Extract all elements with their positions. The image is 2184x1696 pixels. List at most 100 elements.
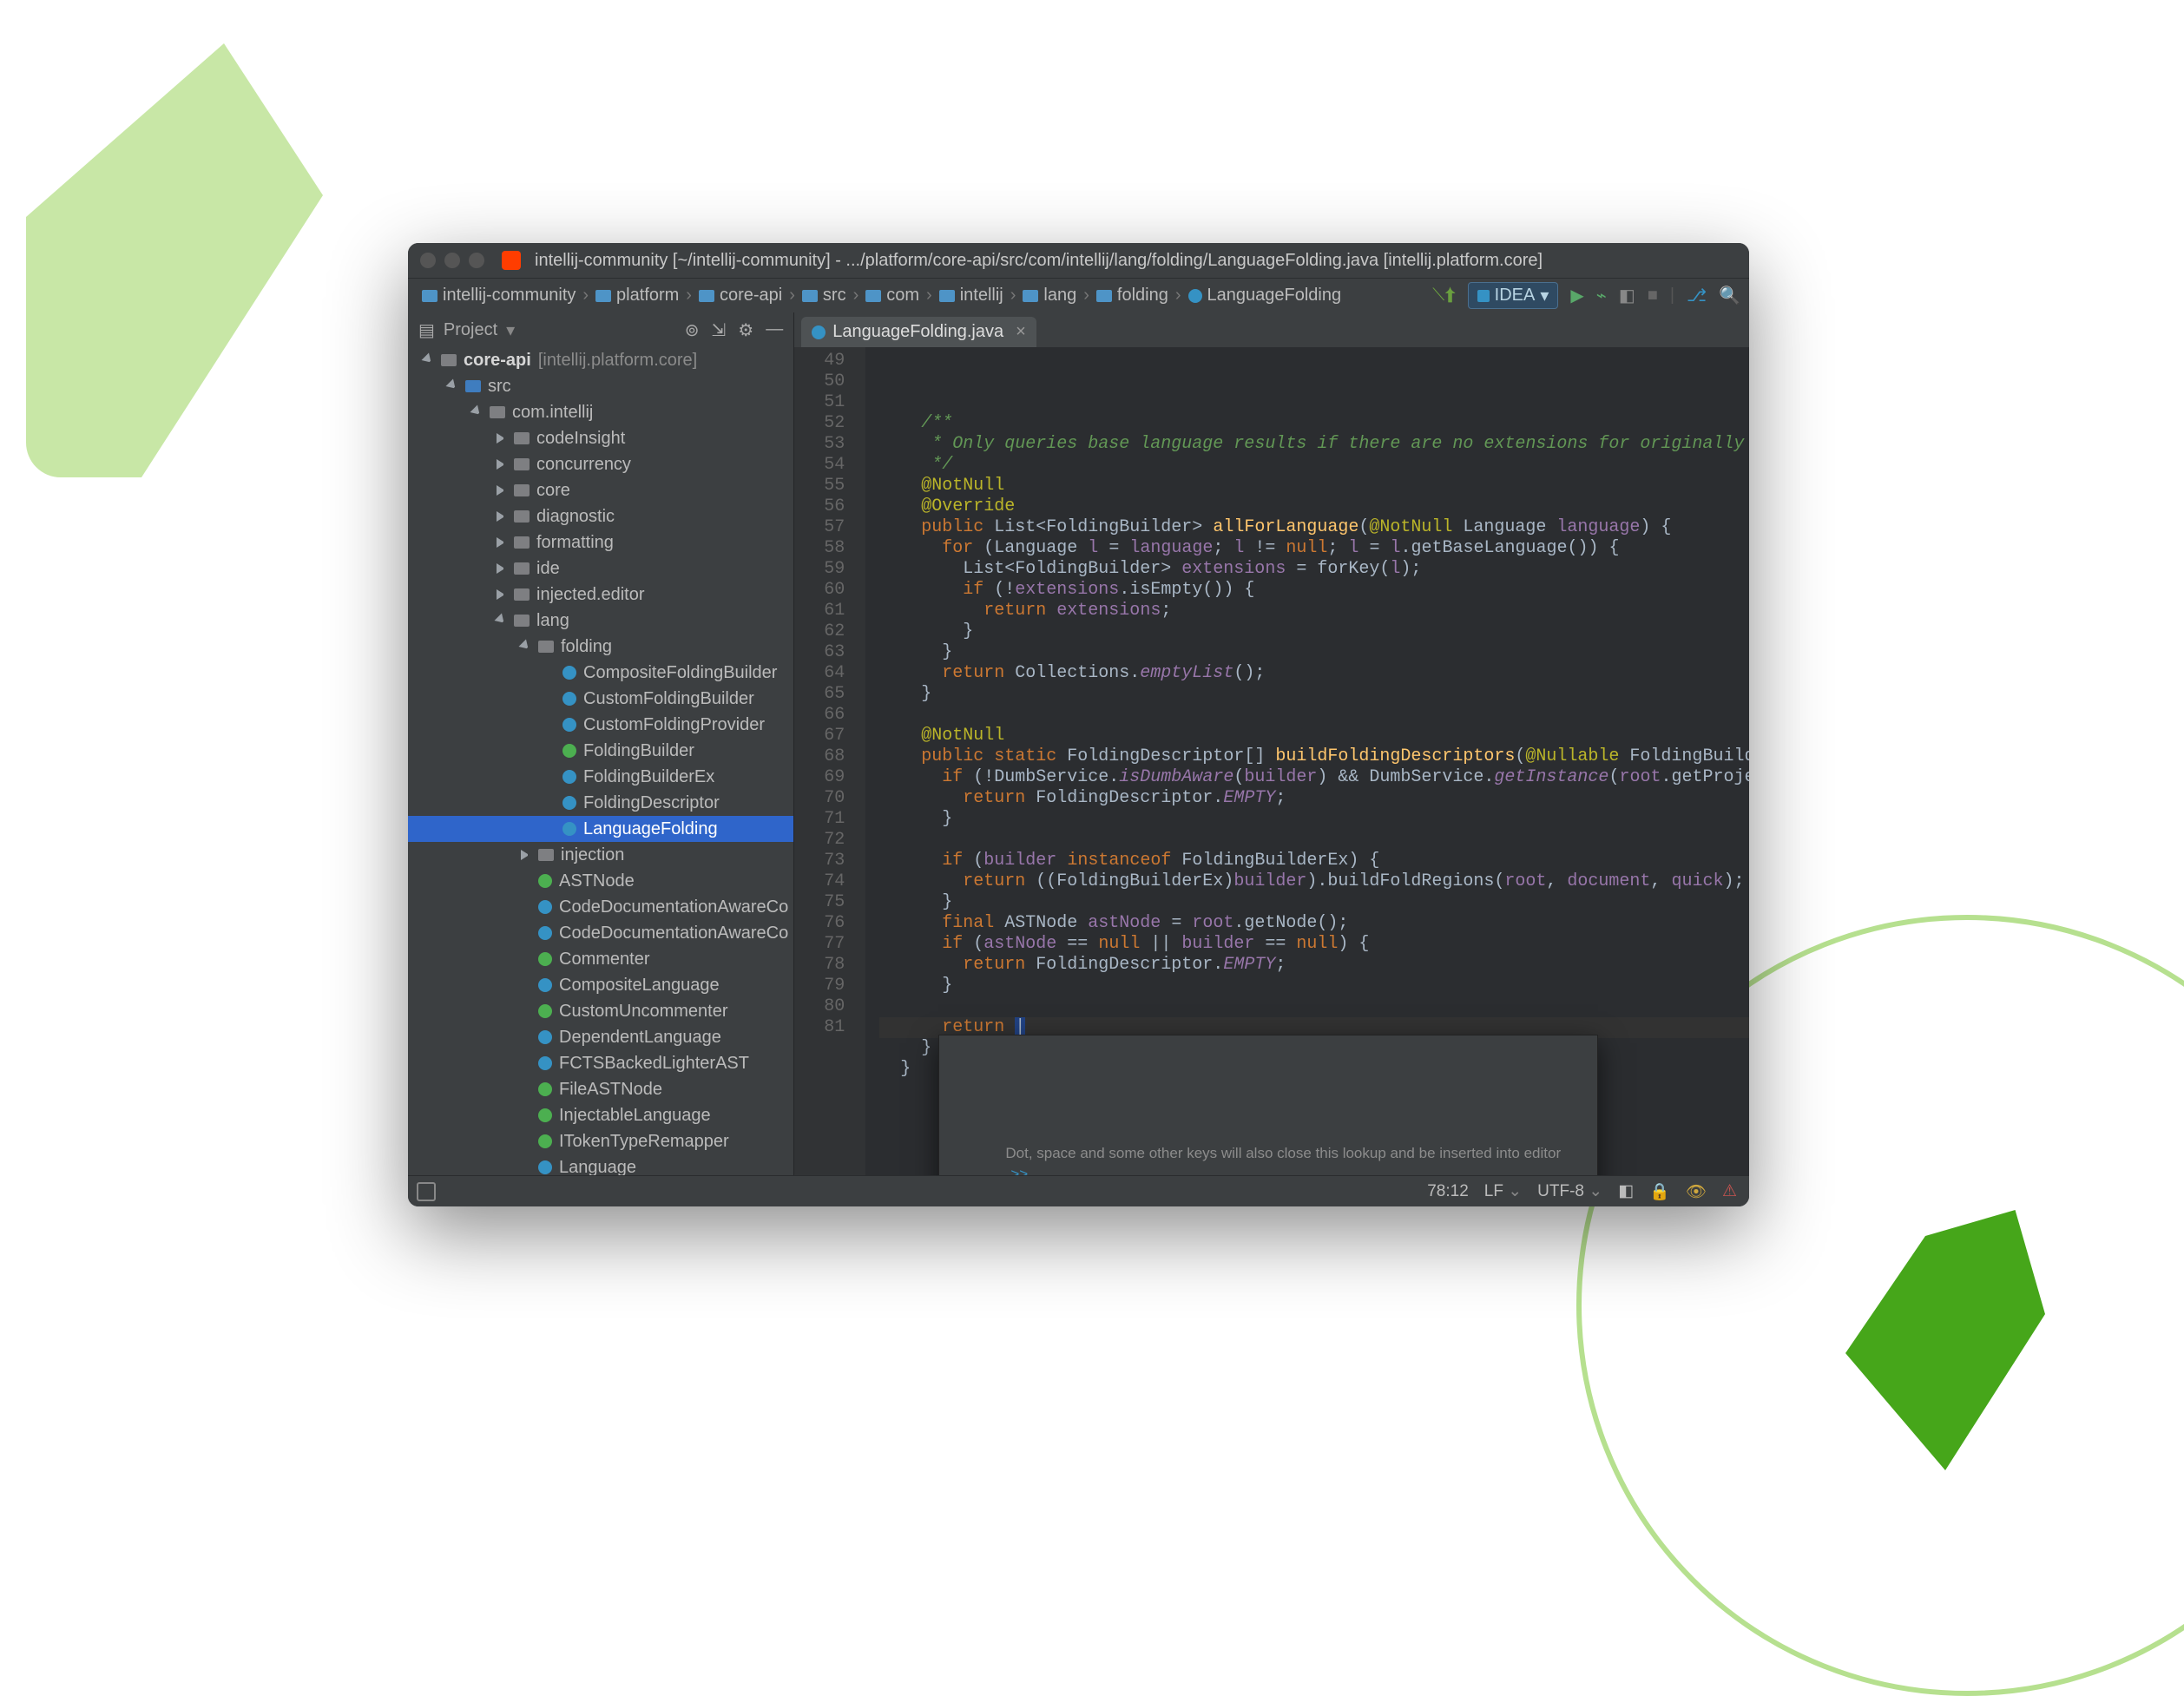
- line-number[interactable]: 77: [794, 934, 845, 955]
- inspect-icon[interactable]: 👁: [1686, 1181, 1707, 1202]
- breadcrumb-src[interactable]: src: [797, 284, 852, 307]
- tree-node-foldingbuilder[interactable]: FoldingBuilder: [408, 738, 793, 764]
- tree-node-language[interactable]: Language: [408, 1154, 793, 1175]
- tree-node-compositefoldingbuilder[interactable]: CompositeFoldingBuilder: [408, 660, 793, 686]
- tree-node-core[interactable]: core: [408, 477, 793, 503]
- line-number[interactable]: 70: [794, 788, 845, 809]
- expand-open-icon[interactable]: [519, 640, 534, 654]
- line-number[interactable]: 55: [794, 476, 845, 496]
- tree-node-codedocumentationawareco[interactable]: CodeDocumentationAwareCo: [408, 894, 793, 920]
- tree-node-foldingbuilderex[interactable]: FoldingBuilderEx: [408, 764, 793, 790]
- project-view-dropdown-icon[interactable]: ▾: [506, 319, 515, 341]
- line-separator[interactable]: LF ⌄: [1484, 1181, 1522, 1201]
- tree-node-foldingdescriptor[interactable]: FoldingDescriptor: [408, 790, 793, 816]
- code-line[interactable]: }: [879, 642, 1749, 663]
- line-number[interactable]: 75: [794, 892, 845, 913]
- line-number[interactable]: 72: [794, 830, 845, 851]
- project-view-icon[interactable]: ▤: [418, 319, 435, 341]
- expand-open-icon[interactable]: [422, 353, 437, 368]
- code-line[interactable]: List<FoldingBuilder> extensions = forKey…: [879, 559, 1749, 580]
- hide-icon[interactable]: —: [766, 319, 783, 341]
- line-number[interactable]: 50: [794, 371, 845, 392]
- tree-node-fctsbackedlighterast[interactable]: FCTSBackedLighterAST: [408, 1050, 793, 1076]
- code-line[interactable]: if (astNode == null || builder == null) …: [879, 934, 1749, 955]
- line-number[interactable]: 61: [794, 601, 845, 621]
- tree-node-itokentyperemapper[interactable]: ITokenTypeRemapper: [408, 1128, 793, 1154]
- tree-node-lang[interactable]: lang: [408, 608, 793, 634]
- breadcrumb-intellij-community[interactable]: intellij-community: [417, 284, 581, 307]
- line-number[interactable]: 80: [794, 996, 845, 1017]
- tab-close-icon[interactable]: ×: [1016, 322, 1026, 342]
- notif-icon[interactable]: ⚠: [1722, 1181, 1737, 1201]
- code-line[interactable]: [879, 830, 1749, 851]
- line-number[interactable]: 58: [794, 538, 845, 559]
- line-number[interactable]: 53: [794, 434, 845, 455]
- tree-node-customfoldingbuilder[interactable]: CustomFoldingBuilder: [408, 686, 793, 712]
- code-editor[interactable]: 4950515253545556575859606162636465666768…: [794, 347, 1749, 1175]
- code-line[interactable]: @Override: [879, 496, 1749, 517]
- close-icon[interactable]: [420, 253, 436, 268]
- line-number[interactable]: 66: [794, 705, 845, 726]
- expand-closed-icon[interactable]: [497, 537, 507, 548]
- code-line[interactable]: @NotNull: [879, 476, 1749, 496]
- collapse-icon[interactable]: ⇲: [712, 319, 727, 341]
- code-line[interactable]: final ASTNode astNode = root.getNode();: [879, 913, 1749, 934]
- tree-node-codedocumentationawareco[interactable]: CodeDocumentationAwareCo: [408, 920, 793, 946]
- debug-icon[interactable]: ⌁: [1596, 285, 1607, 306]
- expand-closed-icon[interactable]: [497, 563, 507, 574]
- expand-closed-icon[interactable]: [497, 511, 507, 522]
- line-number[interactable]: 49: [794, 351, 845, 371]
- tree-node-astnode[interactable]: ASTNode: [408, 868, 793, 894]
- line-number[interactable]: 56: [794, 496, 845, 517]
- tree-node-com-intellij[interactable]: com.intellij: [408, 399, 793, 425]
- code-line[interactable]: [879, 996, 1749, 1017]
- code-line[interactable]: }: [879, 809, 1749, 830]
- line-number[interactable]: 57: [794, 517, 845, 538]
- context-icon[interactable]: ◧: [1618, 1181, 1634, 1201]
- tree-node-customfoldingprovider[interactable]: CustomFoldingProvider: [408, 712, 793, 738]
- code-line[interactable]: return FoldingDescriptor.EMPTY;: [879, 955, 1749, 976]
- line-number[interactable]: 79: [794, 976, 845, 996]
- project-header-title[interactable]: Project: [444, 320, 497, 340]
- code-line[interactable]: return extensions;: [879, 601, 1749, 621]
- expand-open-icon[interactable]: [495, 614, 510, 628]
- locate-icon[interactable]: ⊚: [685, 319, 700, 341]
- breadcrumb-languagefolding[interactable]: LanguageFolding: [1183, 284, 1347, 307]
- code-line[interactable]: /**: [879, 413, 1749, 434]
- line-number[interactable]: 63: [794, 642, 845, 663]
- breadcrumb-lang[interactable]: lang: [1017, 284, 1082, 307]
- caret-position[interactable]: 78:12: [1427, 1182, 1469, 1201]
- stop-icon[interactable]: ■: [1648, 286, 1658, 306]
- expand-closed-icon[interactable]: [497, 485, 507, 496]
- line-number[interactable]: 60: [794, 580, 845, 601]
- tree-node-languagefolding[interactable]: LanguageFolding: [408, 816, 793, 842]
- build-icon[interactable]: ⟍⬆: [1432, 286, 1455, 306]
- git-icon[interactable]: ⎇: [1687, 285, 1707, 306]
- code-line[interactable]: */: [879, 455, 1749, 476]
- project-tree[interactable]: core-api [intellij.platform.core]srccom.…: [408, 347, 793, 1175]
- code-line[interactable]: [879, 705, 1749, 726]
- tree-node-concurrency[interactable]: concurrency: [408, 451, 793, 477]
- line-number[interactable]: 54: [794, 455, 845, 476]
- code-line[interactable]: if (builder instanceof FoldingBuilderEx)…: [879, 851, 1749, 871]
- expand-closed-icon[interactable]: [497, 433, 507, 444]
- search-icon[interactable]: 🔍: [1719, 285, 1740, 306]
- line-number[interactable]: 68: [794, 746, 845, 767]
- code-body[interactable]: /** * Only queries base language results…: [865, 347, 1749, 1175]
- code-line[interactable]: return ((FoldingBuilderEx)builder).build…: [879, 871, 1749, 892]
- line-number[interactable]: 74: [794, 871, 845, 892]
- gear-icon[interactable]: ⚙: [738, 319, 753, 341]
- line-number[interactable]: 62: [794, 621, 845, 642]
- tree-node-diagnostic[interactable]: diagnostic: [408, 503, 793, 529]
- line-number[interactable]: 52: [794, 413, 845, 434]
- line-number[interactable]: 64: [794, 663, 845, 684]
- tab-languagefolding[interactable]: LanguageFolding.java ×: [801, 317, 1036, 347]
- tree-node-fileastnode[interactable]: FileASTNode: [408, 1076, 793, 1102]
- breadcrumb-platform[interactable]: platform: [590, 284, 684, 307]
- gutter[interactable]: 4950515253545556575859606162636465666768…: [794, 347, 853, 1175]
- line-number[interactable]: 78: [794, 955, 845, 976]
- toolwindow-toggle-icon[interactable]: [417, 1182, 436, 1201]
- code-line[interactable]: public static FoldingDescriptor[] buildF…: [879, 746, 1749, 767]
- code-line[interactable]: @NotNull: [879, 726, 1749, 746]
- expand-closed-icon[interactable]: [521, 850, 531, 860]
